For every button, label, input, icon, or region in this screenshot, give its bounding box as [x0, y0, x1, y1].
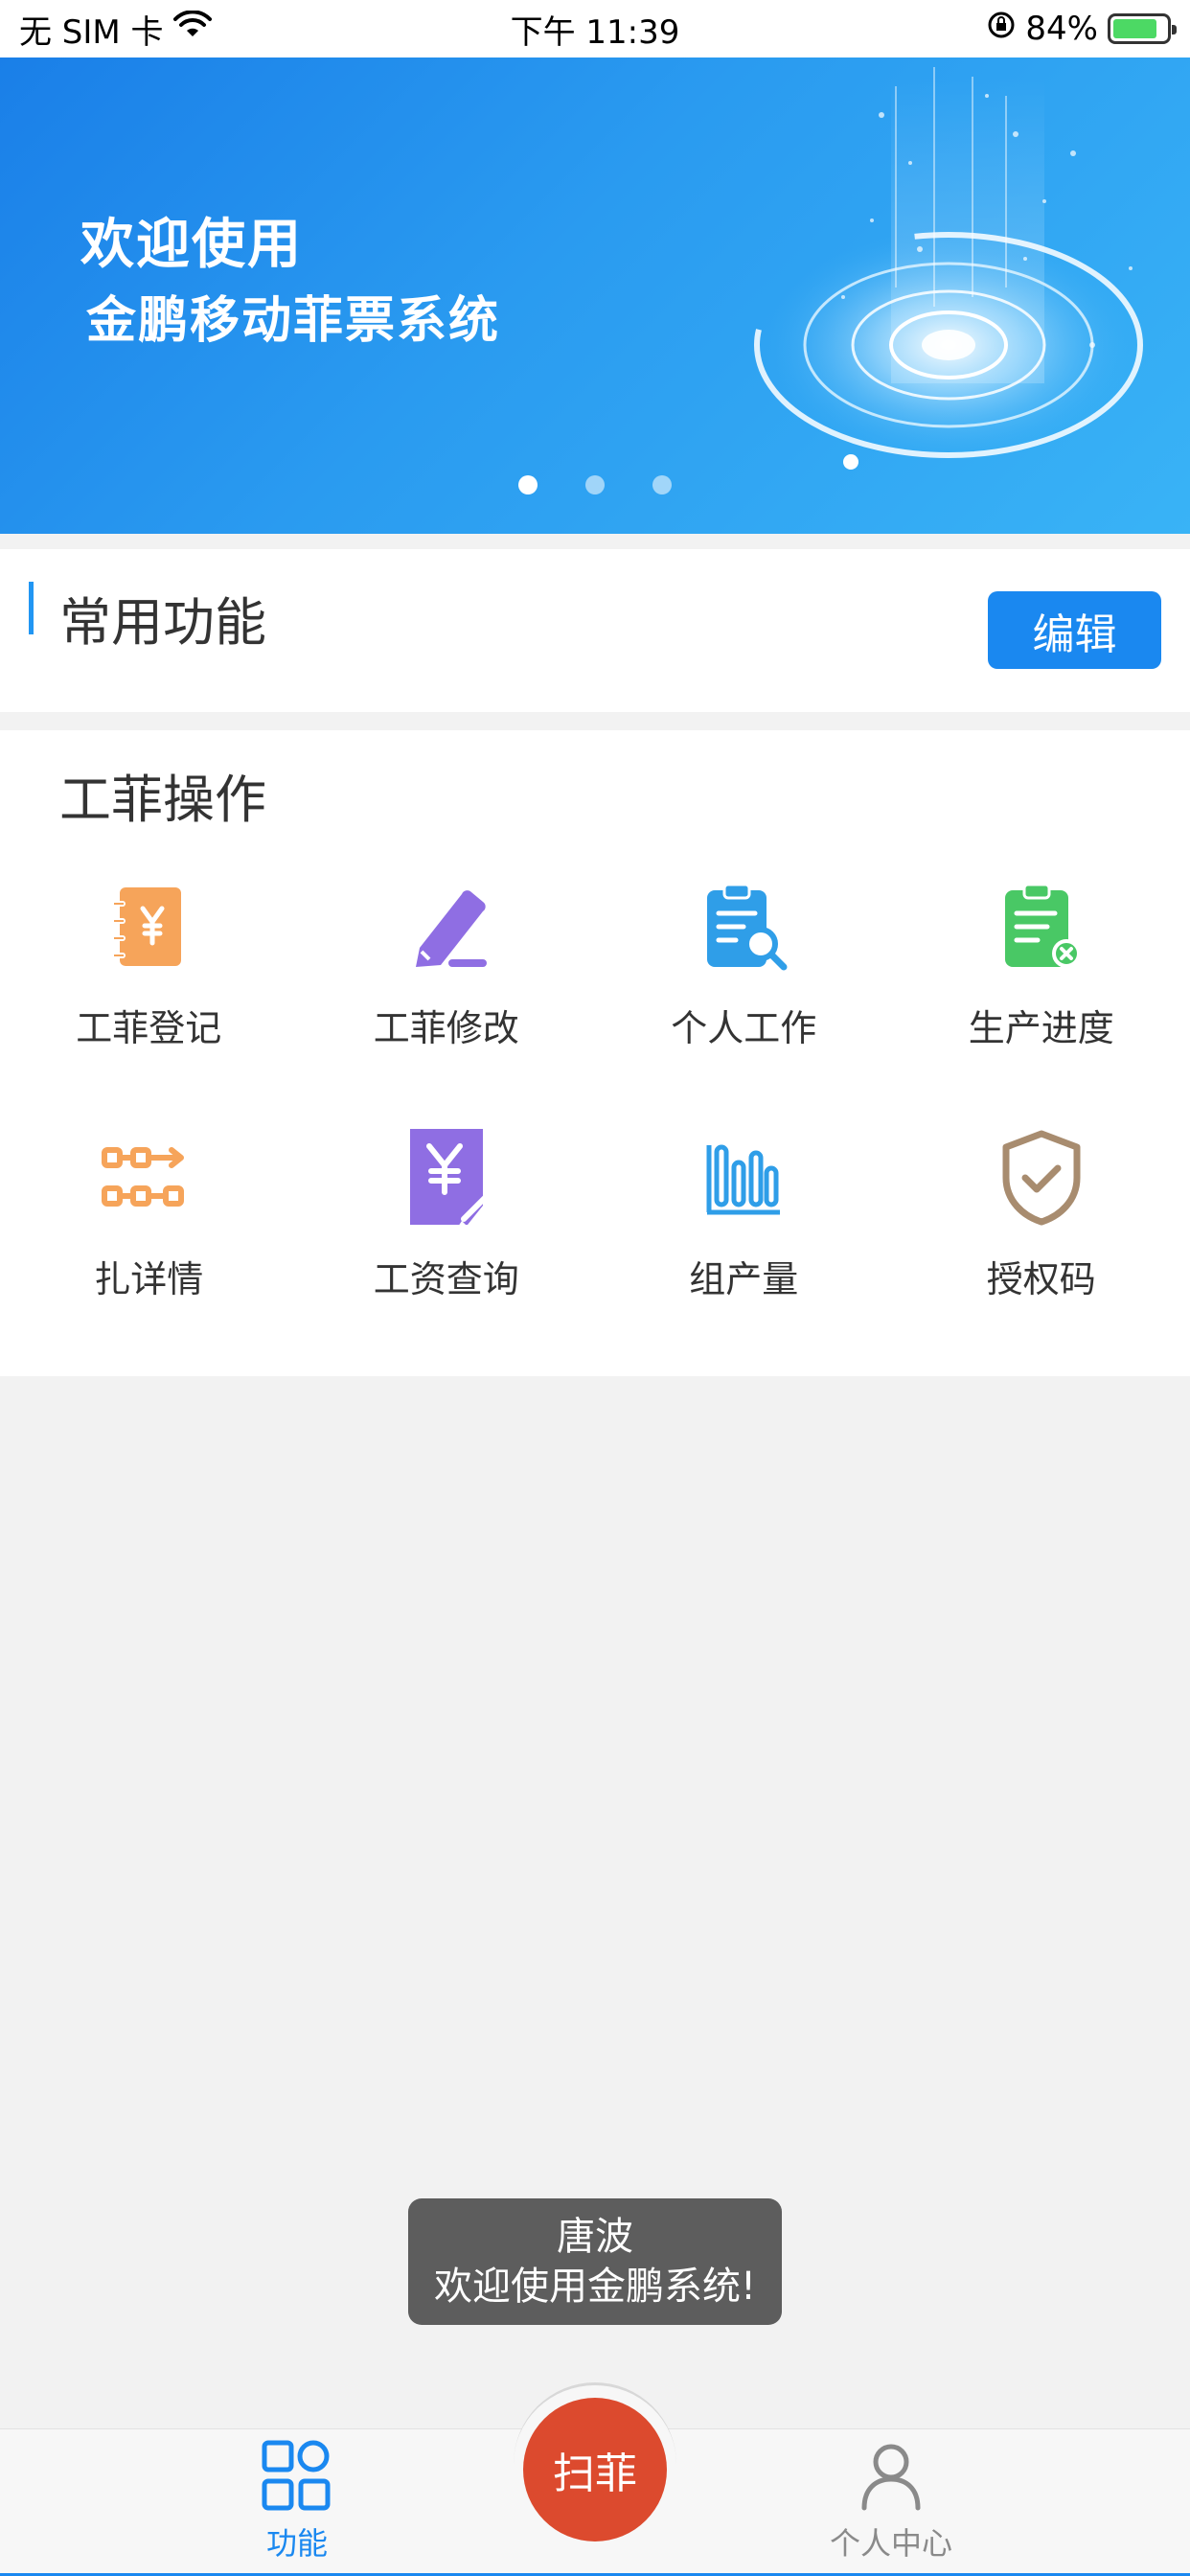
toast-message: 欢迎使用金鹏系统!	[433, 2265, 757, 2309]
tech-hologram-illustration	[754, 67, 1143, 470]
section-accent-bar	[29, 582, 34, 634]
carousel-dot-1[interactable]	[518, 475, 538, 494]
common-functions-title: 常用功能	[59, 592, 266, 653]
salary-document-icon	[394, 1125, 499, 1230]
status-left: 无 SIM 卡	[19, 6, 212, 53]
status-right: 84%	[987, 10, 1177, 48]
carrier-label: 无 SIM 卡	[19, 12, 164, 52]
menu-item-label: 扎详情	[94, 1258, 204, 1300]
tab-functions[interactable]: 功能	[192, 2439, 402, 2564]
operations-title: 工菲操作	[59, 770, 266, 830]
banner-subtitle: 金鹏移动菲票系统	[86, 292, 501, 350]
menu-item-auth-code[interactable]: 授权码	[893, 1125, 1190, 1317]
battery-icon	[1108, 13, 1177, 44]
menu-item-bundle-details[interactable]: 扎详情	[0, 1125, 298, 1317]
clipboard-progress-icon	[989, 874, 1094, 979]
menu-item-label: 工菲修改	[373, 1007, 519, 1049]
welcome-toast: 唐波 欢迎使用金鹏系统!	[408, 2198, 782, 2325]
operations-section: 工菲操作 工菲登记 工菲修改 个人工作 生产进度 扎详情 工资查询 组产量 授权…	[0, 730, 1190, 1376]
operations-grid: 工菲登记 工菲修改 个人工作 生产进度 扎详情 工资查询 组产量 授权码	[0, 874, 1190, 1317]
menu-item-label: 授权码	[986, 1258, 1096, 1300]
menu-item-production-progress[interactable]: 生产进度	[893, 874, 1190, 1066]
menu-item-ticket-modify[interactable]: 工菲修改	[298, 874, 596, 1066]
battery-percent: 84%	[1025, 10, 1098, 48]
edit-button[interactable]: 编辑	[988, 591, 1161, 669]
banner-carousel[interactable]: 欢迎使用 金鹏移动菲票系统	[0, 58, 1190, 534]
menu-item-label: 生产进度	[968, 1007, 1114, 1049]
banner-title: 欢迎使用	[80, 214, 303, 276]
status-bar: 无 SIM 卡 下午 11:39 84%	[0, 0, 1190, 58]
battery-level	[1113, 19, 1157, 38]
wifi-icon	[172, 10, 212, 48]
tab-personal-center[interactable]: 个人中心	[786, 2439, 996, 2564]
menu-item-label: 工资查询	[373, 1258, 519, 1300]
toast-user-name: 唐波	[557, 2215, 633, 2259]
menu-item-label: 工菲登记	[76, 1007, 222, 1049]
bar-chart-icon	[691, 1125, 796, 1230]
carousel-indicator	[0, 475, 1190, 494]
menu-item-group-output[interactable]: 组产量	[595, 1125, 893, 1317]
tab-personal-label: 个人中心	[829, 2525, 952, 2562]
user-profile-icon	[855, 2439, 927, 2516]
notebook-yen-icon	[96, 874, 201, 979]
menu-item-personal-work[interactable]: 个人工作	[595, 874, 893, 1066]
tab-functions-label: 功能	[265, 2525, 328, 2562]
pencil-edit-icon	[394, 874, 499, 979]
carousel-dot-2[interactable]	[585, 475, 605, 494]
menu-item-label: 个人工作	[671, 1007, 817, 1049]
menu-item-salary-query[interactable]: 工资查询	[298, 1125, 596, 1317]
bundle-flow-icon	[96, 1125, 201, 1230]
carousel-dot-3[interactable]	[652, 475, 672, 494]
shield-check-icon	[989, 1125, 1094, 1230]
orientation-lock-icon	[987, 10, 1016, 48]
common-functions-section: 常用功能 编辑	[0, 549, 1190, 712]
menu-item-ticket-register[interactable]: 工菲登记	[0, 874, 298, 1066]
clipboard-search-icon	[691, 874, 796, 979]
menu-item-label: 组产量	[689, 1258, 799, 1300]
scan-ticket-button[interactable]: 扫菲	[523, 2398, 667, 2542]
grid-apps-icon	[261, 2439, 333, 2516]
